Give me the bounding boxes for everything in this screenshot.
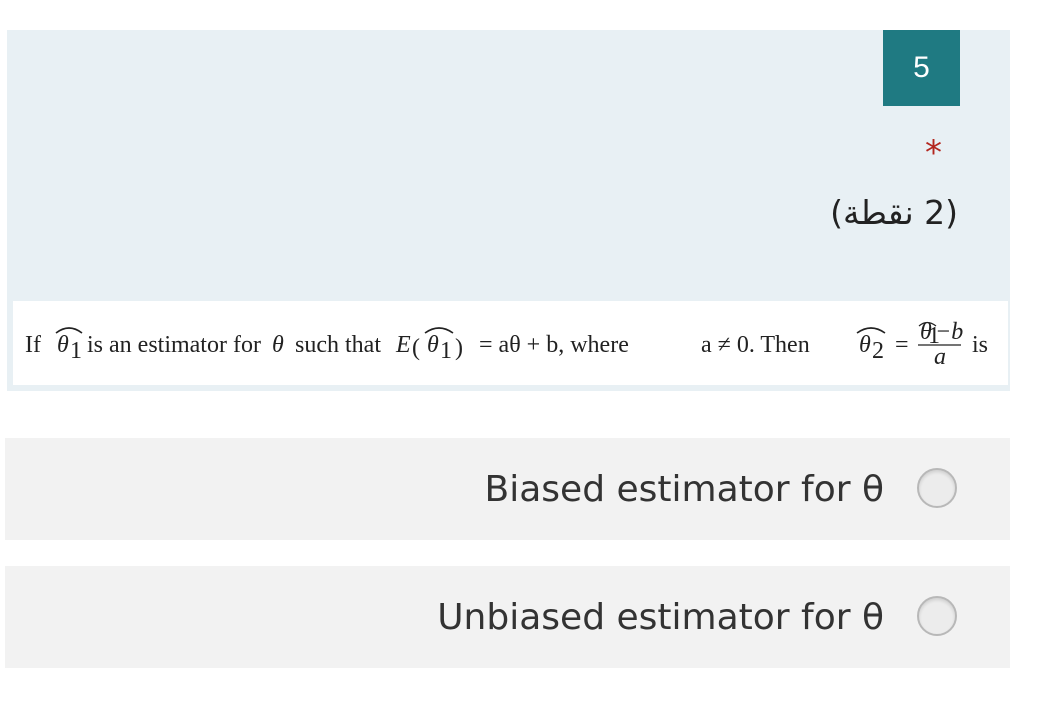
- radio-button-biased[interactable]: [917, 468, 957, 508]
- option-label: Unbiased estimator for θ: [437, 596, 884, 638]
- stmt-such-that: such that: [295, 332, 381, 358]
- stmt-is-an: is an estimator for: [87, 332, 261, 358]
- option-biased[interactable]: Biased estimator for θ: [5, 438, 1010, 540]
- question-card: 5 * (2 نقطة) If θ 1 is an estimator for …: [7, 30, 1010, 391]
- stmt-theta2: θ: [859, 332, 871, 358]
- stmt-E: E: [395, 332, 411, 358]
- stmt-if: If: [25, 332, 41, 358]
- stmt-rhs: = aθ + b, where: [479, 332, 629, 358]
- stmt-a-neq: a ≠ 0. Then: [701, 332, 810, 358]
- stmt-theta1-sub: 1: [70, 338, 82, 364]
- question-statement: If θ 1 is an estimator for θ such that E…: [13, 301, 1008, 385]
- stmt-lparen: (: [412, 335, 420, 361]
- radio-button-unbiased[interactable]: [917, 596, 957, 636]
- stmt-eq: =: [895, 332, 909, 358]
- option-label: Biased estimator for θ: [484, 468, 884, 510]
- stmt-theta2-sub: 2: [872, 338, 884, 364]
- stmt-rparen: ): [455, 335, 463, 361]
- stmt-theta: θ: [272, 332, 284, 358]
- question-points: (2 نقطة): [830, 193, 958, 232]
- option-unbiased[interactable]: Unbiased estimator for θ: [5, 566, 1010, 668]
- question-number: 5: [883, 30, 960, 106]
- statement-math: If θ 1 is an estimator for θ such that E…: [25, 319, 988, 370]
- stmt-is: is: [972, 332, 988, 358]
- frac-num-tail: −b: [935, 319, 963, 345]
- stmt-theta1b-sub: 1: [440, 338, 452, 364]
- required-asterisk: *: [925, 133, 942, 173]
- frac-den: a: [934, 344, 946, 370]
- stmt-theta1: θ: [57, 332, 69, 358]
- stmt-theta1b: θ: [427, 332, 439, 358]
